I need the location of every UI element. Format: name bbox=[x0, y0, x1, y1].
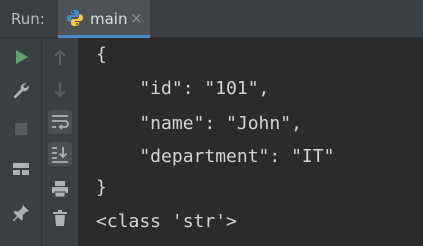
run-icon[interactable] bbox=[9, 45, 33, 69]
console-line: } bbox=[96, 177, 107, 198]
run-tab-label: main bbox=[90, 10, 128, 28]
trash-icon[interactable] bbox=[48, 206, 72, 230]
print-icon[interactable] bbox=[48, 177, 72, 201]
console-line: "department": "IT" bbox=[96, 146, 335, 167]
layout-icon[interactable] bbox=[9, 157, 33, 181]
console-line: { bbox=[96, 44, 107, 65]
arrow-down-icon[interactable] bbox=[48, 77, 72, 101]
run-tab-main[interactable]: main × bbox=[58, 0, 150, 38]
stop-icon[interactable] bbox=[9, 117, 33, 141]
run-label: Run: bbox=[11, 10, 45, 28]
pin-icon[interactable] bbox=[9, 201, 33, 225]
soft-wrap-icon[interactable] bbox=[48, 110, 72, 134]
run-tool-window-header: Run: main × bbox=[0, 0, 423, 38]
run-toolbar-left bbox=[0, 38, 41, 246]
console-output[interactable]: { "id": "101", "name": "John", "departme… bbox=[78, 38, 423, 246]
python-icon bbox=[66, 9, 84, 27]
run-toolbar-right bbox=[41, 38, 78, 246]
arrow-up-icon[interactable] bbox=[48, 46, 72, 70]
console-line: "id": "101", bbox=[96, 78, 270, 99]
wrench-icon[interactable] bbox=[9, 79, 33, 103]
console-line: <class 'str'> bbox=[96, 211, 237, 232]
scroll-to-end-icon[interactable] bbox=[48, 142, 72, 166]
close-icon[interactable]: × bbox=[130, 9, 143, 27]
console-line: "name": "John", bbox=[96, 113, 302, 134]
